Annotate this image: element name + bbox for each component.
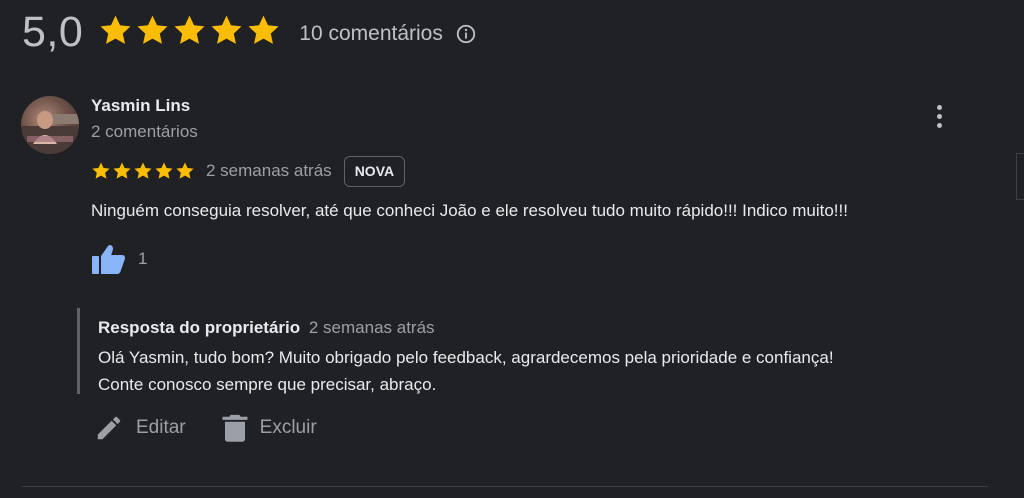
side-scroll-handle[interactable] xyxy=(1016,153,1024,200)
reply-line: Conte conosco sempre que precisar, abraç… xyxy=(98,375,437,394)
avatar-photo xyxy=(21,111,79,154)
edit-label: Editar xyxy=(136,417,186,438)
delete-button[interactable]: Excluir xyxy=(222,413,317,443)
reviewer-review-count: 2 comentários xyxy=(91,122,198,141)
star-icon xyxy=(174,15,205,44)
review-text: Ninguém conseguia resolver, até que conh… xyxy=(91,201,848,220)
star-icon xyxy=(100,15,131,44)
reply-header: Resposta do proprietário 2 semanas atrás xyxy=(98,318,435,338)
info-icon[interactable] xyxy=(455,23,477,45)
delete-label: Excluir xyxy=(259,417,317,438)
reply-time: 2 semanas atrás xyxy=(308,318,435,337)
thumbs-up-icon xyxy=(92,245,125,274)
more-vert-icon xyxy=(936,113,942,119)
rating-value: 5,0 xyxy=(22,7,84,56)
owner-reply: Resposta do proprietário 2 semanas atrás… xyxy=(77,308,957,394)
pencil-icon xyxy=(97,416,121,440)
star-icon xyxy=(155,162,173,179)
review-time: 2 semanas atrás xyxy=(206,161,332,180)
like-button[interactable]: 1 xyxy=(91,243,147,275)
star-icon xyxy=(134,162,152,179)
star-icon xyxy=(248,15,279,44)
star-icon xyxy=(113,162,131,179)
rating-summary: 5,0 10 comentários xyxy=(22,4,477,60)
more-vert-icon xyxy=(936,104,942,110)
star-icon xyxy=(137,15,168,44)
star-icon xyxy=(176,162,194,179)
review-rating-row: 2 semanas atrás NOVA xyxy=(91,155,406,187)
divider xyxy=(22,486,988,487)
new-badge: NOVA xyxy=(343,155,406,187)
avatar[interactable] xyxy=(21,96,79,154)
review-stars xyxy=(91,161,195,181)
summary-stars xyxy=(98,13,281,48)
more-options-button[interactable] xyxy=(925,102,953,130)
star-icon xyxy=(211,15,242,44)
edit-button[interactable]: Editar xyxy=(94,413,186,443)
star-icon xyxy=(92,162,110,179)
reply-line: Olá Yasmin, tudo bom? Muito obrigado pel… xyxy=(98,348,834,367)
trash-icon xyxy=(222,414,248,442)
reply-label: Resposta do proprietário xyxy=(98,318,301,337)
more-vert-icon xyxy=(936,122,942,128)
reviewer-name[interactable]: Yasmin Lins xyxy=(91,96,190,116)
reply-actions: Editar Excluir xyxy=(94,410,317,446)
reply-text: Olá Yasmin, tudo bom? Muito obrigado pel… xyxy=(98,344,834,398)
like-count: 1 xyxy=(138,249,148,268)
review-count: 10 comentários xyxy=(299,22,443,45)
reviews-panel: 5,0 10 comentários Yasmin Lins 2 comentá… xyxy=(0,0,1024,498)
